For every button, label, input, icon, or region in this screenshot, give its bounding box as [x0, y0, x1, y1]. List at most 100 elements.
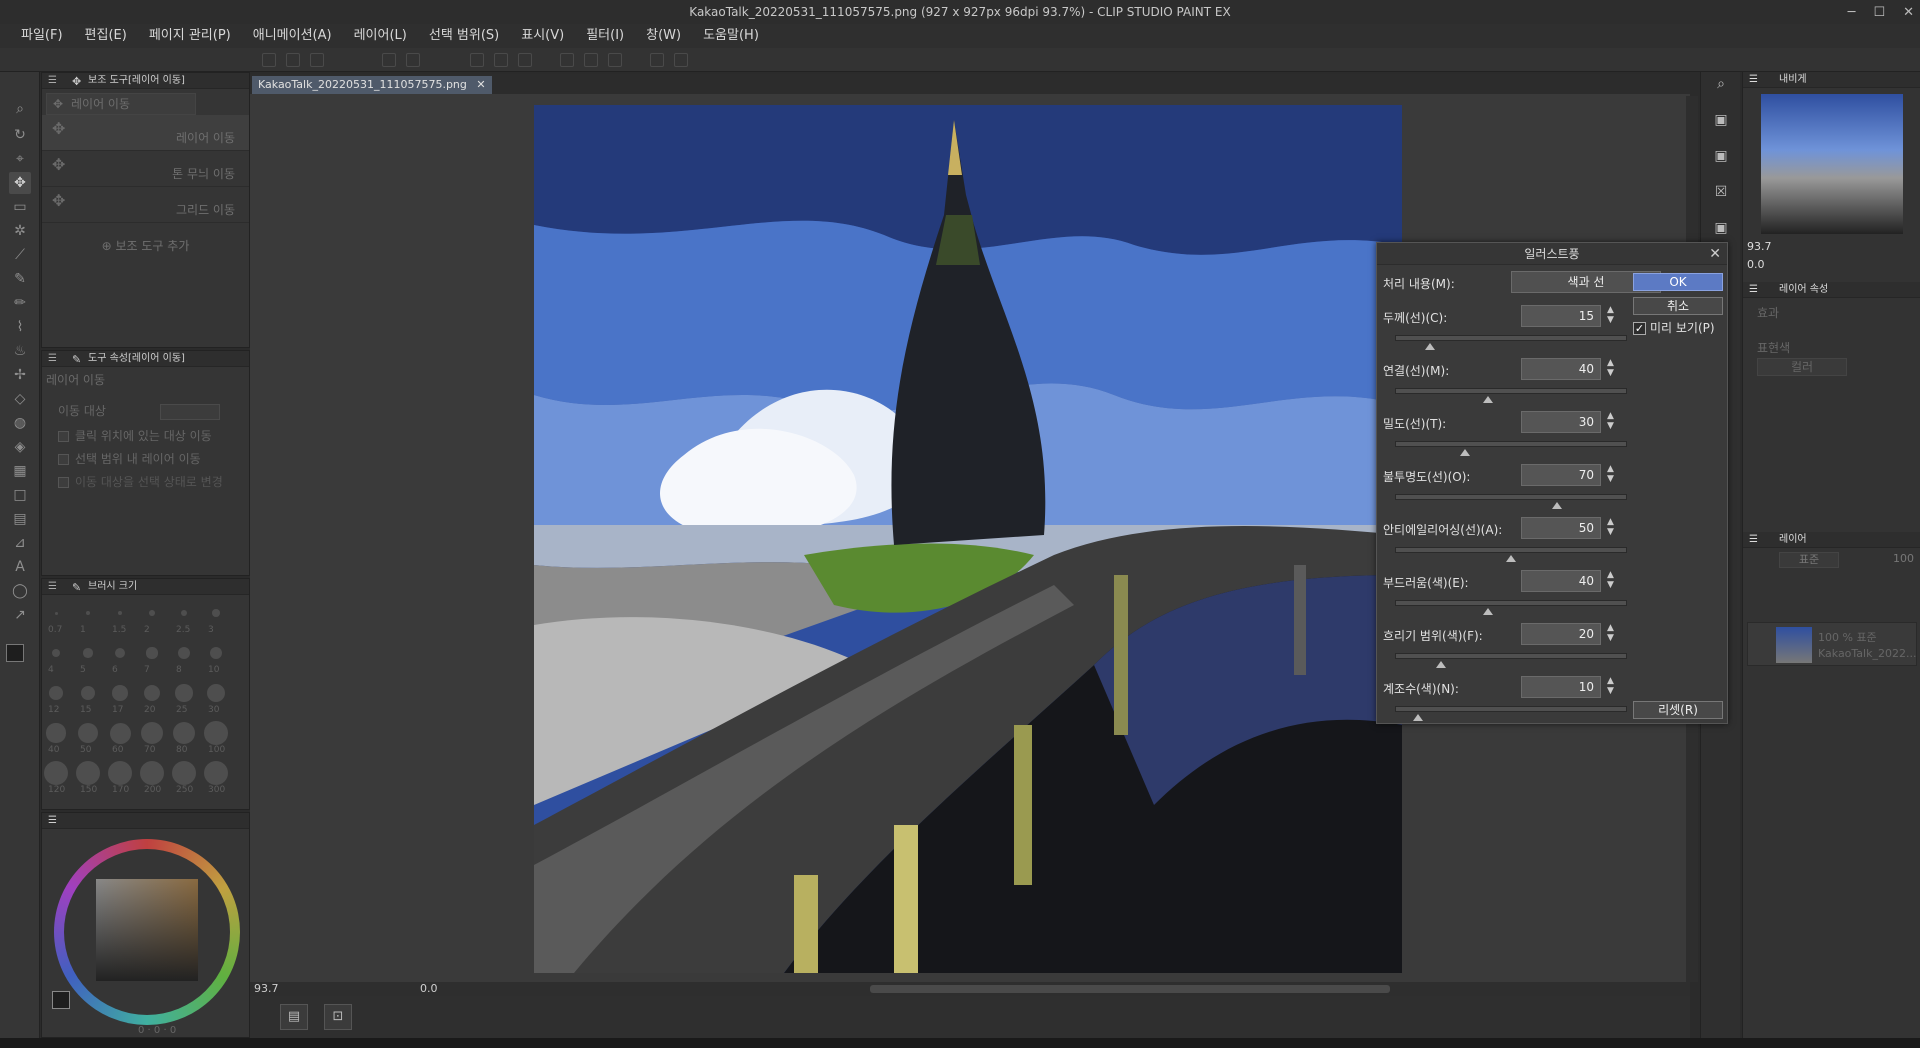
- spin-arrows-icon[interactable]: ▲ ▼: [1607, 305, 1614, 325]
- auto-select-icon[interactable]: ✲: [9, 220, 31, 242]
- rotation-value[interactable]: 0.0: [420, 982, 438, 995]
- spin-arrows-icon[interactable]: ▲ ▼: [1607, 464, 1614, 484]
- minimize-button[interactable]: ─: [1848, 5, 1856, 20]
- navigator-zoom[interactable]: 93.7: [1747, 240, 1772, 253]
- param-slider-thumb[interactable]: [1482, 396, 1493, 403]
- frame-icon[interactable]: ▤: [9, 508, 31, 530]
- param-value-input[interactable]: 70: [1521, 464, 1601, 486]
- menu-edit[interactable]: 편집(E): [74, 24, 138, 48]
- save-icon[interactable]: [310, 53, 324, 67]
- menu-filter[interactable]: 필터(I): [575, 24, 635, 48]
- brush-size-dot[interactable]: [172, 721, 196, 745]
- ok-button[interactable]: OK: [1633, 273, 1723, 291]
- checkbox[interactable]: [58, 430, 69, 442]
- brush-size-dot[interactable]: [117, 610, 123, 616]
- param-slider-track[interactable]: [1395, 600, 1627, 606]
- brush-size-dot[interactable]: [143, 684, 161, 702]
- rotate-icon[interactable]: ↻: [9, 124, 31, 146]
- param-slider-track[interactable]: [1395, 547, 1627, 553]
- close-tab-icon[interactable]: ✕: [476, 78, 485, 91]
- panel-menu-icon[interactable]: ☰: [48, 579, 57, 595]
- param-slider-thumb[interactable]: [1424, 343, 1435, 350]
- brush-size-dot[interactable]: [108, 761, 132, 785]
- brush-size-dot[interactable]: [76, 761, 100, 785]
- param-value-input[interactable]: 20: [1521, 623, 1601, 645]
- undo-icon[interactable]: [382, 53, 396, 67]
- preview-checkbox[interactable]: ✓ 미리 보기(P): [1633, 319, 1715, 336]
- spin-arrows-icon[interactable]: ▲ ▼: [1607, 358, 1614, 378]
- panel-menu-icon[interactable]: ☰: [1749, 282, 1758, 298]
- main-color-swatch[interactable]: [6, 644, 24, 662]
- param-slider-track[interactable]: [1395, 706, 1627, 712]
- param-slider-track[interactable]: [1395, 335, 1627, 341]
- brush-size-dot[interactable]: [175, 684, 193, 702]
- camera-icon[interactable]: ▣: [1709, 144, 1733, 168]
- zoom-value[interactable]: 93.7: [254, 982, 279, 995]
- close-button[interactable]: ✕: [1903, 5, 1914, 20]
- airbrush-icon[interactable]: ♨: [9, 340, 31, 362]
- param-slider-thumb[interactable]: [1436, 661, 1447, 668]
- layer-tab[interactable]: 레이어: [1779, 534, 1807, 545]
- move-target-selector[interactable]: [159, 403, 220, 420]
- spin-arrows-icon[interactable]: ▲ ▼: [1607, 623, 1614, 643]
- fill-selection-icon[interactable]: [608, 53, 622, 67]
- check-icon[interactable]: ✓: [1633, 322, 1646, 335]
- param-slider-track[interactable]: [1395, 494, 1627, 500]
- brush-size-dot[interactable]: [204, 721, 228, 745]
- param-value-input[interactable]: 30: [1521, 411, 1601, 433]
- blend-mode-select[interactable]: 표준: [1779, 552, 1839, 568]
- panel-menu-icon[interactable]: ☰: [1749, 532, 1758, 548]
- menu-page[interactable]: 페이지 관리(P): [138, 24, 242, 48]
- blend-icon[interactable]: ◍: [9, 412, 31, 434]
- selection-icon[interactable]: ▭: [9, 196, 31, 218]
- fill-icon[interactable]: ◈: [9, 436, 31, 458]
- param-value-input[interactable]: 50: [1521, 517, 1601, 539]
- brush-size-dot[interactable]: [54, 611, 58, 615]
- brush-size-dot[interactable]: [146, 647, 158, 659]
- move-layer-icon[interactable]: ✥: [9, 172, 31, 194]
- checkbox[interactable]: [58, 453, 69, 465]
- menu-layer[interactable]: 레이어(L): [343, 24, 418, 48]
- layer-property-tab[interactable]: 레이어 속성: [1779, 284, 1828, 295]
- panel-menu-icon[interactable]: ☰: [48, 815, 57, 826]
- param-slider-thumb[interactable]: [1459, 449, 1470, 456]
- close-icon[interactable]: ✕: [1709, 243, 1721, 265]
- brush-size-dot[interactable]: [180, 609, 188, 617]
- deselect-icon[interactable]: [518, 53, 532, 67]
- brush-size-dot[interactable]: [49, 686, 63, 700]
- layer-icon[interactable]: [674, 53, 688, 67]
- brush-size-dot[interactable]: [140, 761, 164, 785]
- reset-button[interactable]: 리셋(R): [1633, 701, 1723, 719]
- figure-icon[interactable]: □: [9, 484, 31, 506]
- brush-size-dot[interactable]: [86, 611, 90, 615]
- navigator-tab[interactable]: 내비게: [1779, 74, 1807, 85]
- spin-arrows-icon[interactable]: ▲ ▼: [1607, 570, 1614, 590]
- pencil-icon[interactable]: ✏: [9, 292, 31, 314]
- brush-size-dot[interactable]: [141, 722, 163, 744]
- ruler-icon[interactable]: ⊿: [9, 532, 31, 554]
- spin-arrows-icon[interactable]: ▲ ▼: [1607, 517, 1614, 537]
- param-slider-track[interactable]: [1395, 441, 1627, 447]
- brush-size-dot[interactable]: [77, 722, 99, 744]
- param-slider-track[interactable]: [1395, 653, 1627, 659]
- param-slider-thumb[interactable]: [1506, 555, 1516, 562]
- text-icon[interactable]: A: [9, 556, 31, 578]
- color-square[interactable]: [96, 879, 198, 981]
- param-value-input[interactable]: 15: [1521, 305, 1601, 327]
- spin-arrows-icon[interactable]: ▲ ▼: [1607, 676, 1614, 696]
- maximize-button[interactable]: ☐: [1873, 5, 1885, 20]
- menu-view[interactable]: 표시(V): [510, 24, 575, 48]
- quick-access-icon[interactable]: ▤: [280, 1004, 308, 1030]
- brush-size-dot[interactable]: [212, 609, 220, 617]
- color-mode-select[interactable]: 컬러: [1757, 358, 1847, 376]
- document-tab[interactable]: KakaoTalk_20220531_111057575.png ✕: [252, 76, 492, 94]
- eraser-icon[interactable]: ◇: [9, 388, 31, 410]
- param-value-input[interactable]: 40: [1521, 358, 1601, 380]
- brush-size-dot[interactable]: [149, 610, 155, 616]
- gradient-icon[interactable]: ▦: [9, 460, 31, 482]
- add-subtool-button[interactable]: ⊕ 보조 도구 추가: [42, 237, 249, 254]
- panel-menu-icon[interactable]: ☰: [48, 351, 57, 367]
- brush-size-dot[interactable]: [209, 646, 223, 660]
- menu-animation[interactable]: 애니메이션(A): [242, 24, 343, 48]
- eyedropper-icon[interactable]: ⟋: [9, 244, 31, 266]
